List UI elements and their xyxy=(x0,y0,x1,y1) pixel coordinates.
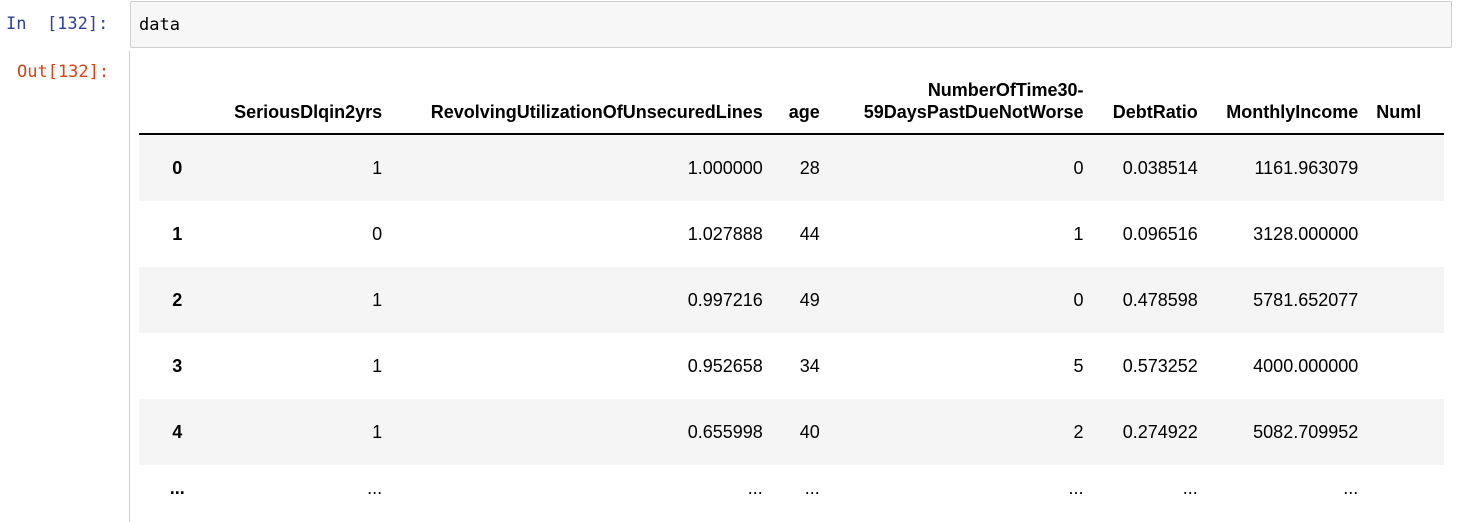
table-row: 1 0 1.027888 44 1 0.096516 3128.000000 xyxy=(139,201,1444,267)
table-cell: ... xyxy=(747,477,763,498)
column-header: RevolvingUtilizationOfUnsecuredLines xyxy=(391,52,772,135)
table-cell: 0.997216 xyxy=(687,289,763,310)
table-cell: 1161.963079 xyxy=(1254,157,1359,178)
table-ellipsis-row: ..................... xyxy=(139,465,1444,511)
table-cell xyxy=(1367,134,1444,201)
output-dataframe[interactable]: SeriousDlqin2yrs RevolvingUtilizationOfU… xyxy=(139,52,1444,522)
table-row: 0 1 1.000000 28 0 0.038514 1161.963079 xyxy=(139,134,1444,201)
table-cell: 49 xyxy=(799,289,820,310)
table-cell: 28 xyxy=(799,157,820,178)
table-cell: 0.573252 xyxy=(1122,355,1198,376)
table-cell: 3128.000000 xyxy=(1253,223,1359,244)
row-index: 3 xyxy=(172,355,183,376)
row-index: 1 xyxy=(172,223,183,244)
table-cell: 1.027888 xyxy=(687,223,763,244)
table-cell xyxy=(1367,399,1444,465)
table-cell: 0.478598 xyxy=(1122,289,1198,310)
table-cell: 0.655998 xyxy=(687,421,763,442)
table-cell: 0.096516 xyxy=(1122,223,1198,244)
column-header: MonthlyIncome xyxy=(1206,52,1368,135)
table-cell: 1 xyxy=(1073,223,1084,244)
table-header-row: SeriousDlqin2yrs RevolvingUtilizationOfU… xyxy=(139,52,1444,135)
table-cell: ... xyxy=(804,477,820,498)
row-index: 2 xyxy=(172,289,183,310)
row-index: 0 xyxy=(172,157,183,178)
table-cell: 0.952658 xyxy=(687,355,763,376)
table-cell xyxy=(1367,267,1444,333)
table-cell: 1 xyxy=(372,157,383,178)
index-header xyxy=(139,52,216,135)
table-cell: 4000.000000 xyxy=(1253,355,1359,376)
table-row: 4 1 0.655998 40 2 0.274922 5082.709952 xyxy=(139,399,1444,465)
output-prompt: Out[132]: xyxy=(17,62,110,82)
output-area-border xyxy=(129,51,130,522)
input-prompt: In [132]: xyxy=(6,14,109,34)
column-header: DebtRatio xyxy=(1092,52,1207,135)
table-cell: 5781.652077 xyxy=(1253,289,1359,310)
column-header: SeriousDlqin2yrs xyxy=(215,52,392,135)
table-row: 2 1 0.997216 49 0 0.478598 5781.652077 xyxy=(139,267,1444,333)
table-cell xyxy=(1367,333,1444,399)
table-cell: 34 xyxy=(799,355,820,376)
table-cell: 1 xyxy=(372,355,383,376)
table-cell: 0 xyxy=(1073,289,1084,310)
table-cell: 0 xyxy=(1073,157,1084,178)
row-index: ... xyxy=(169,477,185,498)
table-cell: 1 xyxy=(372,289,383,310)
table-cell: 0.038514 xyxy=(1122,157,1198,178)
code-text[interactable]: data xyxy=(139,15,180,35)
table-cell: 5 xyxy=(1073,355,1084,376)
table-cell: 0.274922 xyxy=(1122,421,1198,442)
table-cell xyxy=(1367,201,1444,267)
table-cell: 2 xyxy=(1073,421,1084,442)
code-input-area[interactable]: data xyxy=(130,1,1452,48)
table-cell: 5082.709952 xyxy=(1253,421,1359,442)
table-cell: 0 xyxy=(372,223,383,244)
table-cell: 40 xyxy=(799,421,820,442)
table-cell: ... xyxy=(1068,477,1084,498)
dataframe-table: SeriousDlqin2yrs RevolvingUtilizationOfU… xyxy=(139,52,1444,511)
table-cell: ... xyxy=(367,477,383,498)
table-cell: 44 xyxy=(799,223,820,244)
table-cell: 1 xyxy=(372,421,383,442)
table-cell: 1.000000 xyxy=(687,157,763,178)
column-header: NumberOfTime30-59DaysPastDueNotWorse xyxy=(828,52,1093,135)
row-index: 4 xyxy=(172,421,183,442)
table-cell: ... xyxy=(1343,477,1359,498)
table-cell xyxy=(1367,465,1444,511)
table-row: 3 1 0.952658 34 5 0.573252 4000.000000 xyxy=(139,333,1444,399)
column-header: age xyxy=(771,52,829,135)
table-cell: ... xyxy=(1182,477,1198,498)
column-header: Numl xyxy=(1367,52,1444,135)
